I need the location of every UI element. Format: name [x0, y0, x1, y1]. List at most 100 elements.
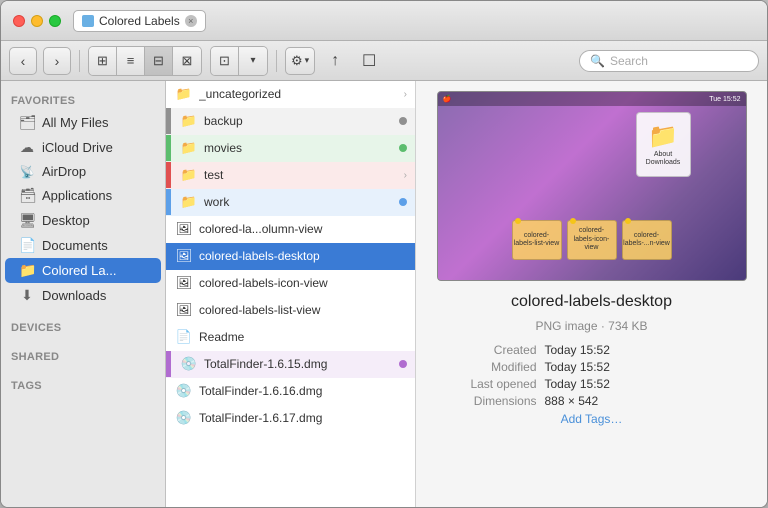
mini-icon-label-1: colored-labels-list-view	[514, 232, 560, 249]
preview-meta: Created Today 15:52 Modified Today 15:52…	[442, 343, 742, 429]
tab-close-button[interactable]: ×	[185, 15, 197, 27]
sidebar-item-colored-labels[interactable]: 📁 Colored La...	[5, 258, 161, 283]
sidebar-item-applications[interactable]: 🗃 Applications	[5, 183, 161, 208]
sidebar-item-all-my-files[interactable]: 🗂 All My Files	[5, 110, 161, 135]
group-button-area: ⊡ ▾	[210, 46, 268, 76]
folder-icon: 📁	[179, 113, 199, 129]
view-column-button[interactable]: ⊟	[145, 47, 173, 75]
mini-time: Tue 15:52	[709, 96, 740, 103]
file-name: movies	[204, 141, 399, 155]
add-tags-link[interactable]: Add Tags…	[561, 412, 623, 426]
mini-icon-label-2: colored-labels-icon-view	[568, 227, 616, 252]
file-name: work	[204, 195, 399, 209]
toolbar-separator-1	[79, 50, 80, 72]
file-item[interactable]: 📁 backup	[166, 108, 415, 135]
view-list-button[interactable]: ≡	[117, 47, 145, 75]
file-item[interactable]: 📁 movies	[166, 135, 415, 162]
file-item[interactable]: 📄 Readme	[166, 324, 415, 351]
file-item[interactable]: 📁 _uncategorized ›	[166, 81, 415, 108]
mini-file-icon-3: colored-labels-...n-view	[622, 220, 672, 260]
file-item[interactable]: 🖼 colored-labels-list-view	[166, 297, 415, 324]
sidebar-item-documents[interactable]: 📄 Documents	[5, 233, 161, 258]
file-list: 📁 _uncategorized › 📁 backup 📁 movies	[166, 81, 416, 507]
file-item[interactable]: 🖼 colored-labels-icon-view	[166, 270, 415, 297]
meta-label-modified: Modified	[442, 360, 537, 374]
toolbar: ‹ › ⊞ ≡ ⊟ ⊠ ⊡ ▾	[1, 41, 767, 81]
forward-button[interactable]: ›	[43, 47, 71, 75]
sidebar-item-desktop[interactable]: 🖥 Desktop	[5, 208, 161, 233]
sidebar-item-label: AirDrop	[42, 164, 86, 179]
documents-icon: 📄	[19, 237, 35, 254]
action-button[interactable]: ☐	[355, 47, 383, 75]
mini-apple-icon: 🍎	[443, 95, 452, 103]
dmg-icon: 💿	[174, 410, 194, 426]
mini-dot-3	[625, 218, 631, 224]
file-name: TotalFinder-1.6.15.dmg	[204, 357, 399, 371]
folder-icon: 📁	[179, 140, 199, 156]
meta-row-created: Created Today 15:52	[442, 343, 742, 357]
gear-dropdown-icon: ▾	[305, 55, 310, 66]
file-name: colored-labels-list-view	[199, 303, 407, 317]
meta-value-modified: Today 15:52	[545, 360, 610, 374]
close-button[interactable]	[13, 15, 25, 27]
meta-label-last-opened: Last opened	[442, 377, 537, 391]
image-icon: 🖼	[174, 248, 194, 264]
view-icon-icon: ⊞	[97, 53, 108, 69]
file-item[interactable]: 🖼 colored-labels-desktop	[166, 243, 415, 270]
tags-header: Tags	[1, 372, 165, 395]
action-dropdown-button[interactable]: ⚙ ▾	[285, 47, 315, 75]
folder-icon: 📁	[179, 194, 199, 210]
back-button[interactable]: ‹	[9, 47, 37, 75]
view-group-dropdown[interactable]: ▾	[239, 47, 267, 75]
mini-desktop: 🍎 Tue 15:52 📁 AboutDownloads colored-lab…	[438, 92, 746, 280]
forward-icon: ›	[55, 53, 60, 69]
sidebar-item-icloud-drive[interactable]: ☁ iCloud Drive	[5, 135, 161, 160]
file-item[interactable]: 🖼 colored-la...olumn-view	[166, 216, 415, 243]
applications-icon: 🗃	[19, 187, 35, 204]
file-item[interactable]: 💿 TotalFinder-1.6.15.dmg	[166, 351, 415, 378]
file-name: test	[204, 168, 400, 182]
file-item[interactable]: 💿 TotalFinder-1.6.16.dmg	[166, 378, 415, 405]
sidebar-item-label: All My Files	[42, 115, 108, 130]
sidebar: Favorites 🗂 All My Files ☁ iCloud Drive …	[1, 81, 166, 507]
preview-subtitle: PNG image · 734 KB	[535, 319, 647, 333]
tab-area: Colored Labels ×	[73, 10, 206, 32]
meta-value-last-opened: Today 15:52	[545, 377, 610, 391]
file-item[interactable]: 📁 test ›	[166, 162, 415, 189]
desktop-icon: 🖥	[19, 212, 35, 229]
sidebar-item-label: Desktop	[42, 213, 90, 228]
chevron-down-icon: ▾	[250, 55, 255, 66]
readme-icon: 📄	[174, 329, 194, 345]
view-group-button[interactable]: ⊡	[211, 47, 239, 75]
minimize-button[interactable]	[31, 15, 43, 27]
action-icon: ☐	[362, 51, 376, 71]
sidebar-item-downloads[interactable]: ⬇ Downloads	[5, 283, 161, 308]
dmg-icon: 💿	[179, 356, 199, 372]
dmg-icon: 💿	[174, 383, 194, 399]
mini-about-label: AboutDownloads	[646, 151, 681, 168]
sidebar-item-label: Applications	[42, 188, 112, 203]
search-bar[interactable]: 🔍 Search	[579, 50, 759, 72]
window-tab[interactable]: Colored Labels ×	[73, 10, 206, 32]
file-name: colored-labels-desktop	[199, 249, 407, 263]
image-icon: 🖼	[174, 275, 194, 291]
color-badge	[399, 198, 407, 206]
image-icon: 🖼	[174, 302, 194, 318]
meta-row-dimensions: Dimensions 888 × 542	[442, 394, 742, 408]
maximize-button[interactable]	[49, 15, 61, 27]
meta-value-created: Today 15:52	[545, 343, 610, 357]
view-column-icon: ⊟	[153, 53, 164, 69]
folder-icon: 📁	[174, 86, 194, 102]
share-button[interactable]: ↑	[321, 47, 349, 75]
preview-title: colored-labels-desktop	[511, 293, 672, 311]
sidebar-item-airdrop[interactable]: 📡 AirDrop	[5, 160, 161, 183]
mini-file-icon-1: colored-labels-list-view	[512, 220, 562, 260]
icloud-drive-icon: ☁	[19, 139, 35, 156]
view-icon-button[interactable]: ⊞	[89, 47, 117, 75]
view-cover-button[interactable]: ⊠	[173, 47, 201, 75]
file-item[interactable]: 💿 TotalFinder-1.6.17.dmg	[166, 405, 415, 432]
file-item[interactable]: 📁 work	[166, 189, 415, 216]
finder-window: Colored Labels × ‹ › ⊞ ≡ ⊟ ⊠	[0, 0, 768, 508]
meta-row-modified: Modified Today 15:52	[442, 360, 742, 374]
meta-label-dimensions: Dimensions	[442, 394, 537, 408]
